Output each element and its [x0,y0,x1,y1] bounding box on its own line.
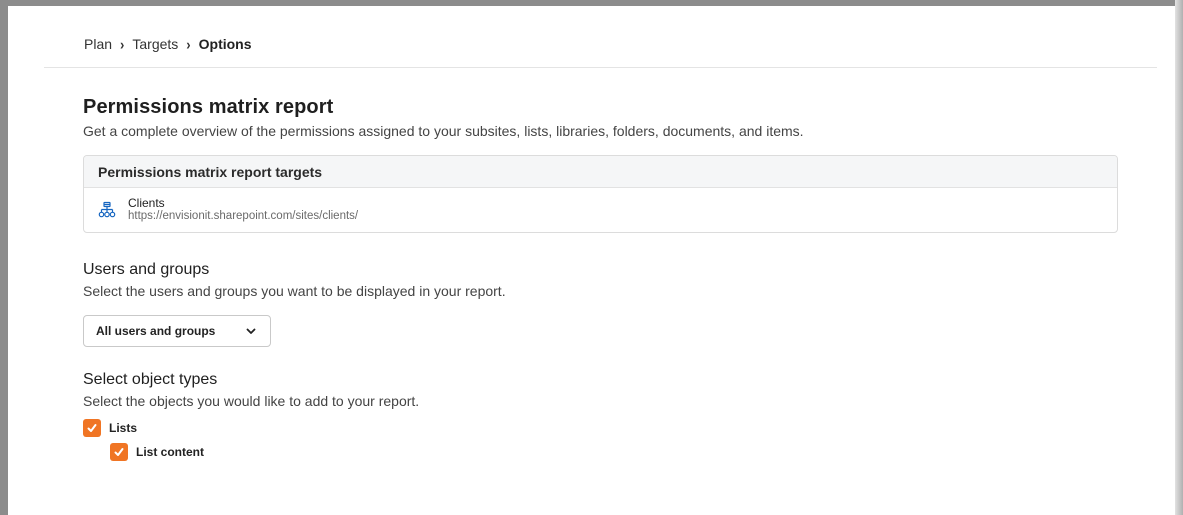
chevron-right-icon: › [120,35,125,53]
checkbox-label: List content [136,445,204,459]
breadcrumb-plan[interactable]: Plan [84,36,112,52]
breadcrumb: Plan › Targets › Options [84,35,252,53]
object-types-title: Select object types [83,371,218,388]
checkbox-lists[interactable]: Lists [83,419,1123,437]
chevron-right-icon: › [186,35,191,53]
chevron-down-icon [246,326,256,336]
target-name: Clients [128,196,165,210]
frame-edge [1175,0,1183,515]
header-divider [44,67,1157,68]
target-info: Clients https://envisionit.sharepoint.co… [128,197,358,223]
checkbox-checked-icon[interactable] [83,419,101,437]
checkbox-list-content[interactable]: List content [110,443,1123,461]
checkbox-label: Lists [109,421,138,435]
target-row: Clients https://envisionit.sharepoint.co… [84,188,1117,232]
users-groups-description: Select the users and groups you want to … [83,283,506,299]
page-content: Plan › Targets › Options Permissions mat… [8,6,1175,515]
users-groups-dropdown[interactable]: All users and groups [83,315,271,347]
dropdown-selected-value: All users and groups [96,324,216,338]
users-groups-title: Users and groups [83,261,210,278]
page-title: Permissions matrix report [83,96,334,118]
page-description: Get a complete overview of the permissio… [83,123,804,139]
site-hierarchy-icon [98,201,116,219]
options-main: Permissions matrix report Get a complete… [83,96,1123,461]
breadcrumb-options: Options [198,36,252,52]
checkbox-checked-icon[interactable] [110,443,128,461]
target-url: https://envisionit.sharepoint.com/sites/… [128,210,359,222]
breadcrumb-targets[interactable]: Targets [132,36,178,52]
object-types-description: Select the objects you would like to add… [83,393,420,409]
targets-card: Permissions matrix report targets Client… [83,155,1118,233]
targets-header: Permissions matrix report targets [84,156,1117,188]
